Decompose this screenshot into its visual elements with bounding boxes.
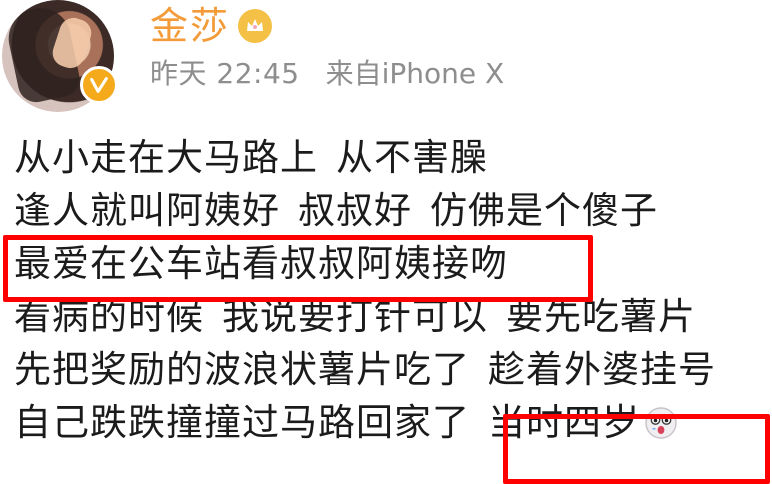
post-day: 昨天 (150, 57, 208, 90)
content-line: 逢人就叫阿姨好 叔叔好 仿佛是个傻子 (14, 184, 772, 237)
post-clock: 22:45 (216, 57, 300, 90)
content-line: 自己跌跌撞撞过马路回家了 当时四岁 (14, 396, 772, 449)
crown-badge-icon[interactable] (238, 9, 273, 43)
content-line: 从小走在大马路上 从不害臊 (14, 131, 772, 184)
line-segment: 最爱在公车站看叔叔阿姨接吻 (14, 242, 508, 285)
line-segment: 叔叔好 (298, 189, 412, 232)
avatar-container[interactable] (2, 0, 126, 112)
post-content: 从小走在大马路上 从不害臊 逢人就叫阿姨好 叔叔好 仿佛是个傻子 最爱在公车站看叔叔阿… (14, 131, 772, 449)
post-meta: 昨天 22:45 来自iPhone X (150, 56, 504, 92)
line-segment: 要先吃薯片 (506, 295, 696, 338)
content-line: 最爱在公车站看叔叔阿姨接吻 (14, 237, 772, 290)
line-segment: 自己跌跌撞撞过马路回家了 (14, 401, 470, 444)
weibo-post: 金莎 昨天 22:45 来自iPhone X 从小走在大马路上 从不害臊 逢人就叫… (0, 0, 772, 484)
surprised-face-emoji-icon (644, 401, 678, 439)
username-row: 金莎 (150, 4, 273, 48)
line-segment: 仿佛是个傻子 (430, 189, 658, 232)
line-segment: 我说要打针可以 (222, 295, 488, 338)
crown-icon (247, 19, 264, 31)
content-line: 先把奖励的波浪状薯片吃了 趁着外婆挂号 (14, 343, 772, 396)
username[interactable]: 金莎 (150, 4, 230, 48)
line-segment: 看病的时候 (14, 295, 204, 338)
line-segment: 逢人就叫阿姨好 (14, 189, 280, 232)
line-segment: 从小走在大马路上 (14, 136, 318, 179)
post-time: 昨天 22:45 (150, 56, 300, 92)
emoji-face-icon (645, 407, 677, 439)
content-line: 看病的时候 我说要打针可以 要先吃薯片 (14, 290, 772, 343)
verified-v-icon (90, 77, 108, 93)
line-segment: 当时四岁 (488, 401, 640, 444)
line-segment: 先把奖励的波浪状薯片吃了 (14, 348, 470, 391)
line-segment: 从不害臊 (336, 136, 488, 179)
verified-badge-icon (80, 66, 118, 104)
post-source[interactable]: 来自iPhone X (326, 56, 505, 92)
line-segment: 趁着外婆挂号 (488, 348, 716, 391)
